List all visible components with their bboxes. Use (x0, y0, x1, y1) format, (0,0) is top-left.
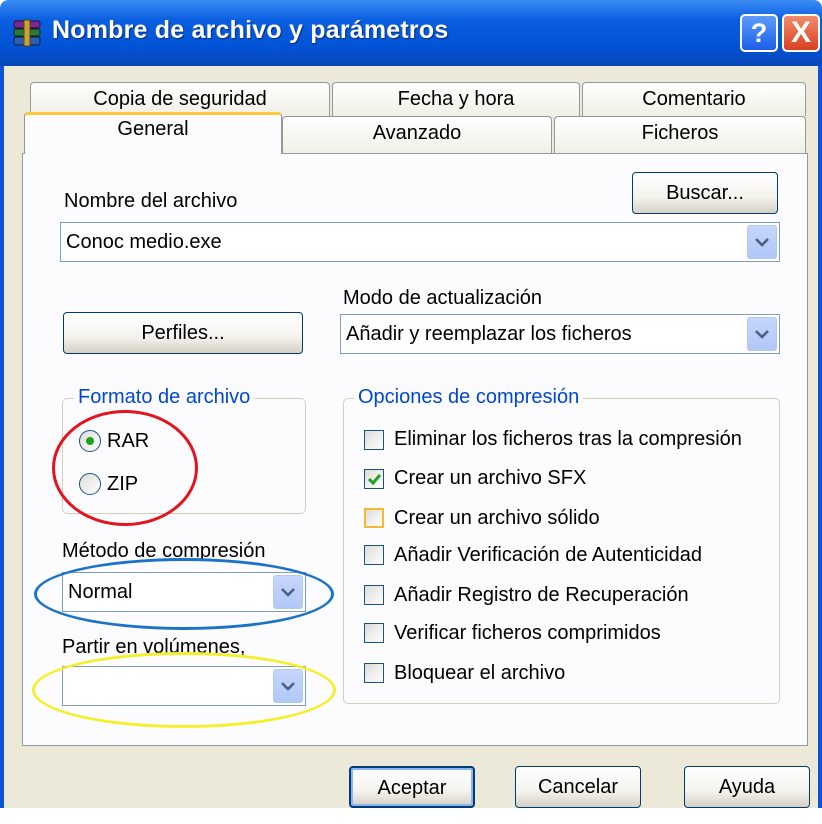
compression-method-value: Normal (68, 581, 133, 603)
checkbox-lock-archive-label[interactable]: Bloquear el archivo (394, 662, 565, 685)
radio-zip-label[interactable]: ZIP (107, 473, 138, 496)
chevron-down-icon[interactable] (747, 317, 777, 351)
compression-options-legend: Opciones de compresión (354, 386, 584, 409)
radio-rar-label[interactable]: RAR (107, 430, 149, 453)
checkbox-solid-archive-label[interactable]: Crear un archivo sólido (394, 507, 600, 530)
checkbox-delete-files[interactable] (364, 430, 384, 450)
profiles-button[interactable]: Perfiles... (63, 312, 303, 354)
archive-format-legend: Formato de archivo (74, 386, 255, 409)
checkbox-authenticity[interactable] (364, 545, 384, 565)
checkbox-authenticity-label[interactable]: Añadir Verificación de Autenticidad (394, 544, 702, 567)
checkbox-lock-archive[interactable] (364, 663, 384, 683)
checkbox-create-sfx[interactable] (364, 469, 384, 489)
radio-rar[interactable] (79, 430, 101, 452)
browse-button[interactable]: Buscar... (632, 172, 778, 214)
help-button[interactable]: Ayuda (684, 766, 810, 808)
checkbox-recovery-record[interactable] (364, 585, 384, 605)
compression-method-combo[interactable]: Normal (62, 572, 306, 612)
update-mode-label: Modo de actualización (343, 287, 543, 309)
update-mode-combo[interactable]: Añadir y reemplazar los ficheros (340, 314, 780, 354)
checkbox-verify-files[interactable] (364, 623, 384, 643)
checkbox-recovery-record-label[interactable]: Añadir Registro de Recuperación (394, 584, 689, 607)
archive-name-value: Conoc medio.exe (66, 231, 222, 253)
checkbox-delete-files-label[interactable]: Eliminar los ficheros tras la compresión (394, 428, 742, 451)
ok-button[interactable]: Aceptar (349, 766, 475, 808)
archive-format-group (62, 398, 306, 514)
chevron-down-icon[interactable] (273, 669, 303, 703)
archive-name-label: Nombre del archivo (64, 190, 238, 212)
cancel-button[interactable]: Cancelar (515, 766, 641, 808)
archive-name-combo[interactable]: Conoc medio.exe (60, 222, 780, 262)
update-mode-value: Añadir y reemplazar los ficheros (346, 323, 632, 345)
split-volumes-combo[interactable] (62, 666, 306, 706)
split-volumes-label: Partir en volúmenes, (62, 636, 246, 658)
checkbox-create-sfx-label[interactable]: Crear un archivo SFX (394, 467, 586, 490)
checkbox-solid-archive[interactable] (364, 508, 384, 528)
chevron-down-icon[interactable] (747, 225, 777, 259)
compression-method-label: Método de compresión (62, 540, 266, 562)
radio-zip[interactable] (79, 473, 101, 495)
dialog-window: Nombre de archivo y parámetros ? X Copia… (0, 0, 822, 808)
chevron-down-icon[interactable] (273, 575, 303, 609)
checkmark-icon (367, 474, 382, 486)
checkbox-verify-files-label[interactable]: Verificar ficheros comprimidos (394, 622, 661, 645)
radio-selected-dot (86, 437, 94, 445)
